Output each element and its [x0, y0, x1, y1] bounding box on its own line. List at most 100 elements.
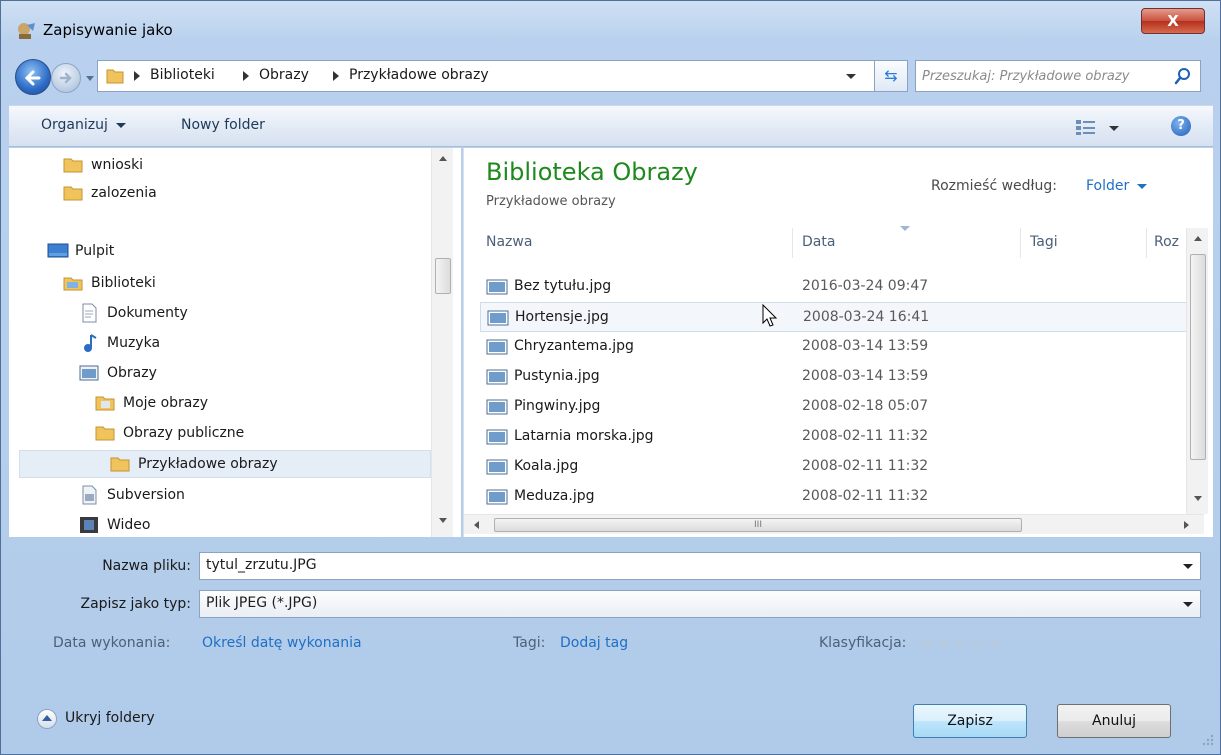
nav-item-label: Moje obrazy [123, 395, 209, 411]
column-header-size[interactable]: Roz [1154, 234, 1179, 250]
nav-item-label: Wideo [107, 517, 151, 533]
column-divider[interactable] [1146, 228, 1147, 258]
nav-item-zalozenia[interactable]: zalozenia [63, 180, 423, 208]
organize-menu-button[interactable]: Organizuj [41, 117, 126, 133]
hide-folders-icon[interactable] [37, 709, 57, 729]
file-name: Meduza.jpg [514, 488, 595, 504]
nav-item-subversion[interactable]: Subversion [79, 482, 419, 510]
folder-icon [106, 69, 124, 84]
scroll-up-icon[interactable] [439, 156, 447, 161]
nav-item-video[interactable]: Wideo [79, 512, 419, 537]
rating-stars[interactable]: ☆☆☆☆☆ [919, 633, 1006, 652]
cancel-button[interactable]: Anuluj [1057, 704, 1171, 738]
breadcrumb-separator [243, 71, 249, 81]
pictures-icon [79, 365, 99, 381]
file-list-hscrollbar[interactable]: III [464, 514, 1204, 534]
subversion-icon [82, 485, 97, 505]
filename-field[interactable]: tytul_zrzutu.JPG [199, 552, 1201, 580]
address-dropdown-icon[interactable] [846, 74, 856, 79]
save-button[interactable]: Zapisz [913, 704, 1027, 738]
libraries-icon [63, 277, 83, 291]
recent-locations-dropdown[interactable] [85, 73, 95, 83]
column-divider[interactable] [792, 228, 793, 258]
nav-item-my-pictures[interactable]: Moje obrazy [95, 390, 419, 418]
image-file-icon [486, 489, 508, 505]
file-row[interactable]: Pustynia.jpg 2008-03-14 13:59 [480, 362, 1188, 392]
address-bar[interactable]: Biblioteki Obrazy Przykładowe obrazy [97, 60, 879, 92]
nav-item-public-pictures[interactable]: Obrazy publiczne [95, 420, 419, 448]
nav-item-libraries[interactable]: Biblioteki [63, 270, 423, 298]
nav-item-label: Muzyka [107, 335, 161, 351]
back-button[interactable] [15, 59, 51, 95]
image-file-icon [486, 459, 508, 475]
arrange-by-value: Folder [1086, 178, 1130, 194]
breadcrumb-libraries[interactable]: Biblioteki [150, 67, 215, 83]
refresh-icon: ⇆ [884, 66, 898, 85]
file-date: 2016-03-24 09:47 [802, 278, 929, 294]
title-bar[interactable]: Zapisywanie jako X [1, 1, 1220, 57]
search-box[interactable] [915, 60, 1201, 92]
sort-indicator-icon [900, 226, 910, 231]
save-as-dialog: Zapisywanie jako X Biblioteki Obrazy Prz… [0, 0, 1221, 755]
column-divider[interactable] [1020, 228, 1021, 258]
nav-item-documents[interactable]: Dokumenty [79, 300, 419, 328]
folder-icon [63, 186, 83, 201]
forward-button[interactable] [51, 63, 81, 93]
file-row[interactable]: Hortensje.jpg 2008-03-24 16:41 [480, 302, 1188, 332]
nav-item-pictures[interactable]: Obrazy [79, 360, 419, 388]
scroll-down-icon[interactable] [439, 518, 447, 523]
nav-item-label: wnioski [91, 157, 144, 173]
scroll-thumb[interactable]: III [494, 518, 1022, 532]
chevron-down-icon[interactable] [1183, 602, 1193, 607]
refresh-button[interactable]: ⇆ [874, 60, 908, 92]
scroll-thumb[interactable] [1190, 254, 1206, 460]
column-header-tags[interactable]: Tagi [1030, 234, 1058, 250]
nav-item-wnioski[interactable]: wnioski [63, 152, 423, 180]
image-file-icon [486, 369, 508, 385]
breadcrumb-sample-pictures[interactable]: Przykładowe obrazy [349, 67, 489, 83]
navigation-pane[interactable]: wnioski zalozenia Pulpit Biblioteki Doku… [9, 148, 461, 537]
hide-folders-button[interactable]: Ukryj foldery [65, 710, 155, 726]
file-type-select[interactable]: Plik JPEG (*.JPG) [199, 590, 1201, 618]
documents-icon [82, 303, 97, 323]
resize-grip-icon[interactable] [1199, 731, 1215, 747]
file-row[interactable]: Latarnia morska.jpg 2008-02-11 11:32 [480, 422, 1188, 452]
view-dropdown-icon[interactable] [1109, 126, 1119, 131]
scroll-up-icon[interactable] [1194, 236, 1202, 241]
nav-item-label: Przykładowe obrazy [138, 456, 278, 472]
navigation-scrollbar[interactable] [431, 148, 453, 537]
file-row[interactable]: Meduza.jpg 2008-02-11 11:32 [480, 482, 1188, 512]
column-header-date[interactable]: Data [802, 234, 835, 250]
scroll-thumb[interactable] [435, 258, 451, 294]
breadcrumb-pictures[interactable]: Obrazy [259, 67, 309, 83]
add-tag-link[interactable]: Dodaj tag [560, 635, 628, 651]
file-row[interactable]: Bez tytułu.jpg 2016-03-24 09:47 [480, 272, 1188, 302]
nav-item-music[interactable]: Muzyka [79, 330, 419, 358]
nav-item-sample-pictures[interactable]: Przykładowe obrazy [19, 450, 431, 478]
image-file-icon [486, 429, 508, 445]
nav-item-label: Biblioteki [91, 275, 156, 291]
file-row[interactable]: Koala.jpg 2008-02-11 11:32 [480, 452, 1188, 482]
file-row[interactable]: Pingwiny.jpg 2008-02-18 05:07 [480, 392, 1188, 422]
search-icon[interactable] [1174, 67, 1192, 85]
file-type-label: Zapisz jako typ: [80, 596, 191, 612]
nav-item-desktop[interactable]: Pulpit [47, 238, 427, 266]
scroll-down-icon[interactable] [1194, 496, 1202, 501]
date-taken-link[interactable]: Określ datę wykonania [202, 635, 362, 651]
file-name: Pustynia.jpg [514, 368, 600, 384]
new-folder-button[interactable]: Nowy folder [181, 117, 265, 133]
scroll-left-icon[interactable] [474, 521, 479, 529]
file-list-scrollbar[interactable] [1186, 228, 1208, 514]
view-options-icon[interactable] [1074, 118, 1098, 136]
file-row[interactable]: Chryzantema.jpg 2008-03-14 13:59 [480, 332, 1188, 362]
search-input[interactable] [920, 63, 1168, 89]
help-icon[interactable]: ? [1171, 116, 1191, 136]
chevron-down-icon[interactable] [1183, 564, 1193, 569]
column-header-name[interactable]: Nazwa [486, 234, 532, 250]
filename-label: Nazwa pliku: [102, 558, 191, 574]
arrange-by-dropdown[interactable]: Folder [1086, 178, 1148, 194]
close-button[interactable]: X [1141, 8, 1205, 34]
scroll-right-icon[interactable] [1184, 521, 1189, 529]
file-name: Bez tytułu.jpg [514, 278, 612, 294]
desktop-icon [47, 243, 69, 258]
